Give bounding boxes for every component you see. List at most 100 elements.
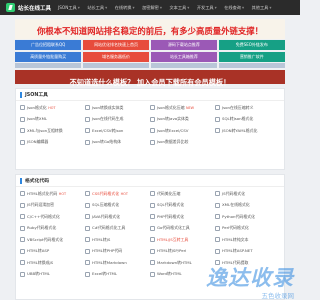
tool-icon [150, 128, 155, 134]
tool-link[interactable]: JAVA代码格式化 [85, 211, 150, 223]
tool-link[interactable]: CSS代码格式化 HOT [85, 188, 150, 200]
tool-link[interactable]: C/C++代码格式化 [20, 211, 85, 223]
top-ad-banner[interactable]: 你根本不知道网站排名稳定的前后，有多少高质量外链支撑！ [15, 19, 285, 39]
tool-link[interactable]: HTML转Markdown [85, 257, 150, 269]
tool-label: Json转Go结构体 [92, 139, 121, 145]
tool-link[interactable]: Excel转HTML [85, 269, 150, 281]
ad-slot[interactable] [150, 63, 218, 68]
nav-item[interactable]: 文本工具▾ [169, 5, 189, 11]
nav-item[interactable]: JSON工具▾ [58, 5, 80, 11]
tool-link[interactable]: HTML转换成JS [20, 257, 85, 269]
section-header: 格式化代码 [16, 175, 284, 187]
tool-label: Ruby代码格式化 [27, 225, 57, 231]
chevron-down-icon: ▾ [105, 4, 108, 10]
tool-link[interactable]: SQL压缩格式化 [85, 200, 150, 212]
tool-link[interactable]: HTML转PHP代码 [85, 246, 150, 258]
tool-link[interactable]: Python代码格式化 [215, 211, 280, 223]
tool-link[interactable]: HTML转ASP [20, 246, 85, 258]
tool-icon [150, 271, 155, 277]
ad-link[interactable]: 站长工具箱推荐 [150, 51, 218, 62]
tool-label: Json格式化压缩 [157, 104, 185, 110]
tool-link[interactable]: Go代码格式化工具 [150, 223, 215, 235]
tool-link[interactable]: HTML转JSP/Perl [150, 246, 215, 258]
tool-label: HTML转纯文本 [222, 236, 249, 242]
nav-item[interactable]: 其他工具▾ [252, 5, 272, 11]
tool-link[interactable]: SQL代码格式化 [150, 200, 215, 212]
tool-link[interactable]: XML在线格式化 [215, 200, 280, 212]
top-banner-text: 你根本不知道网站排名稳定的前后，有多少高质量外链支撑！ [36, 26, 264, 36]
tool-link[interactable]: Json转XML [20, 114, 85, 126]
ad-link[interactable]: 网站优化排名快速上首页 [82, 40, 150, 51]
tool-link[interactable]: HTML转纯文本 [215, 234, 280, 246]
tool-link[interactable]: 代码美化压缩 [150, 188, 215, 200]
hot-badge: HOT [58, 191, 67, 196]
tool-icon [20, 260, 25, 266]
tool-label: HTML转JS [92, 236, 111, 242]
tool-link[interactable]: Json转Go结构体 [85, 137, 150, 149]
ad-link[interactable]: 广告位招租联系QQ [15, 40, 82, 51]
watermark: 逸达收录 五色收录网 [160, 262, 300, 300]
hot-badge: HOT [120, 191, 128, 196]
tool-link[interactable]: SQL转Json格式化 [215, 114, 280, 126]
site-logo[interactable]: 站长在线工具 [6, 3, 54, 12]
tool-icon [85, 237, 90, 243]
tool-link[interactable]: VBScript代码格式化 [20, 234, 85, 246]
ad-link[interactable]: 营销推广软件 [218, 51, 285, 62]
tool-icon [85, 214, 90, 220]
ad-grid: 广告位招租联系QQ 网站优化排名快速上首页 源码下载站点推荐 免费SEO外链发布高质量… [15, 40, 285, 62]
tool-link[interactable]: Excel/CSV转Json [85, 125, 150, 137]
tool-link[interactable]: C#代码格式化工具 [85, 223, 150, 235]
tool-link[interactable]: Json转Java实体类 [150, 114, 215, 126]
nav-item[interactable]: 站长工具▾ [87, 5, 107, 11]
tool-link[interactable]: Json格式化压缩 NEW [150, 102, 215, 114]
ad-slot[interactable] [82, 63, 150, 68]
tool-link[interactable]: Json格式化 HOT [20, 102, 85, 114]
tool-link[interactable]: Json在线代码生成 [85, 114, 150, 126]
tool-link[interactable]: Json在线压缩转义 [215, 102, 280, 114]
tool-label: Json格式化 [27, 104, 47, 110]
tool-link[interactable]: XML与Json互相转换 [20, 125, 85, 137]
tool-icon [20, 202, 25, 208]
tool-label: Excel转HTML [92, 271, 118, 277]
tool-label: Json转Excel/CSV [157, 127, 189, 133]
tool-icon [215, 191, 220, 197]
nav-item[interactable]: 在线查询▾ [224, 5, 244, 11]
tool-link[interactable]: HTML/JS互转工具 [150, 234, 215, 246]
ad-slot[interactable] [15, 63, 82, 68]
nav-item[interactable]: 在线转换▾ [115, 5, 135, 11]
chevron-down-icon: ▾ [269, 4, 272, 10]
tool-link[interactable]: HTML转ASP.NET [215, 246, 280, 258]
nav-item[interactable]: 加密解密▾ [142, 5, 162, 11]
tool-link[interactable]: Json数据差异比较 [150, 137, 215, 149]
json-tools-section: JSON工具 Json格式化 HOT Json转换成实体类 Json格式化压缩 NEW J… [15, 88, 285, 170]
ad-link[interactable]: 源码下载站点推荐 [150, 40, 218, 51]
tool-link[interactable]: JSON转YAML格式化 [215, 125, 280, 137]
tool-link[interactable]: HTML转JS [85, 234, 150, 246]
member-ad-banner[interactable]: 不知道选什么模板？ 加入会员下载所有会员模板！ [15, 70, 285, 87]
tool-label: HTML格式化代码 [27, 190, 58, 196]
tool-icon [150, 116, 155, 122]
tool-link[interactable]: Perl代码格式化 [215, 223, 280, 235]
tool-icon [150, 237, 155, 243]
tool-link[interactable]: JSON编辑器 [20, 137, 85, 149]
tool-label: HTML转换成JS [27, 259, 54, 265]
nav-item-label: 站长工具 [87, 4, 105, 10]
tool-link[interactable]: Ruby代码格式化 [20, 223, 85, 235]
tool-icon [150, 225, 155, 231]
ad-link[interactable]: 高质量外链批量购买 [15, 51, 82, 62]
tool-link[interactable]: JS代码格式化 [215, 188, 280, 200]
tool-link[interactable]: HTML格式化代码 HOT [20, 188, 85, 200]
ad-link[interactable]: 免费SEO外链发布 [218, 40, 285, 51]
nav-item-label: 开发工具 [196, 4, 214, 10]
tool-link[interactable]: PHP代码格式化 [150, 211, 215, 223]
tool-link[interactable]: Json转换成实体类 [85, 102, 150, 114]
tool-icon [215, 105, 220, 111]
ad-link[interactable]: 域名服务器低价 [82, 51, 150, 62]
tool-icon [85, 191, 90, 197]
nav-item[interactable]: 开发工具▾ [197, 5, 217, 11]
tool-link[interactable]: UBB转HTML [20, 269, 85, 281]
tool-icon [20, 271, 25, 277]
tool-link[interactable]: Json转Excel/CSV [150, 125, 215, 137]
tool-link[interactable]: JS代码混淆加密 [20, 200, 85, 212]
ad-slot[interactable] [218, 63, 285, 68]
